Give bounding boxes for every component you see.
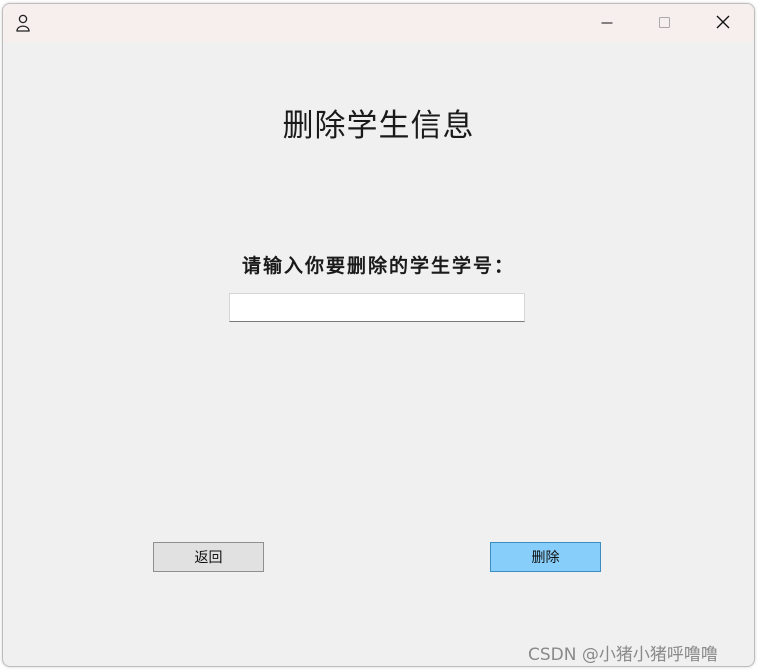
delete-button[interactable]: 删除 — [490, 542, 601, 572]
close-button[interactable] — [694, 4, 752, 42]
close-icon — [716, 14, 730, 33]
page-title: 删除学生信息 — [282, 108, 475, 144]
back-button[interactable]: 返回 — [153, 542, 264, 572]
user-icon — [15, 14, 31, 32]
maximize-button[interactable] — [636, 4, 694, 42]
minimize-icon — [601, 14, 613, 33]
student-id-input[interactable] — [229, 293, 525, 322]
delete-student-window: 删除学生信息 请输入你要删除的学生学号： 返回 删除 — [2, 3, 755, 667]
screen: 删除学生信息 请输入你要删除的学生学号： 返回 删除 CSDN @小猪小猪呼噜噜 — [0, 0, 757, 670]
watermark: CSDN @小猪小猪呼噜噜 — [528, 645, 718, 665]
maximize-icon — [659, 14, 671, 33]
student-id-prompt-label: 请输入你要删除的学生学号： — [241, 255, 515, 277]
title-bar[interactable] — [3, 4, 754, 42]
minimize-button[interactable] — [578, 4, 636, 42]
